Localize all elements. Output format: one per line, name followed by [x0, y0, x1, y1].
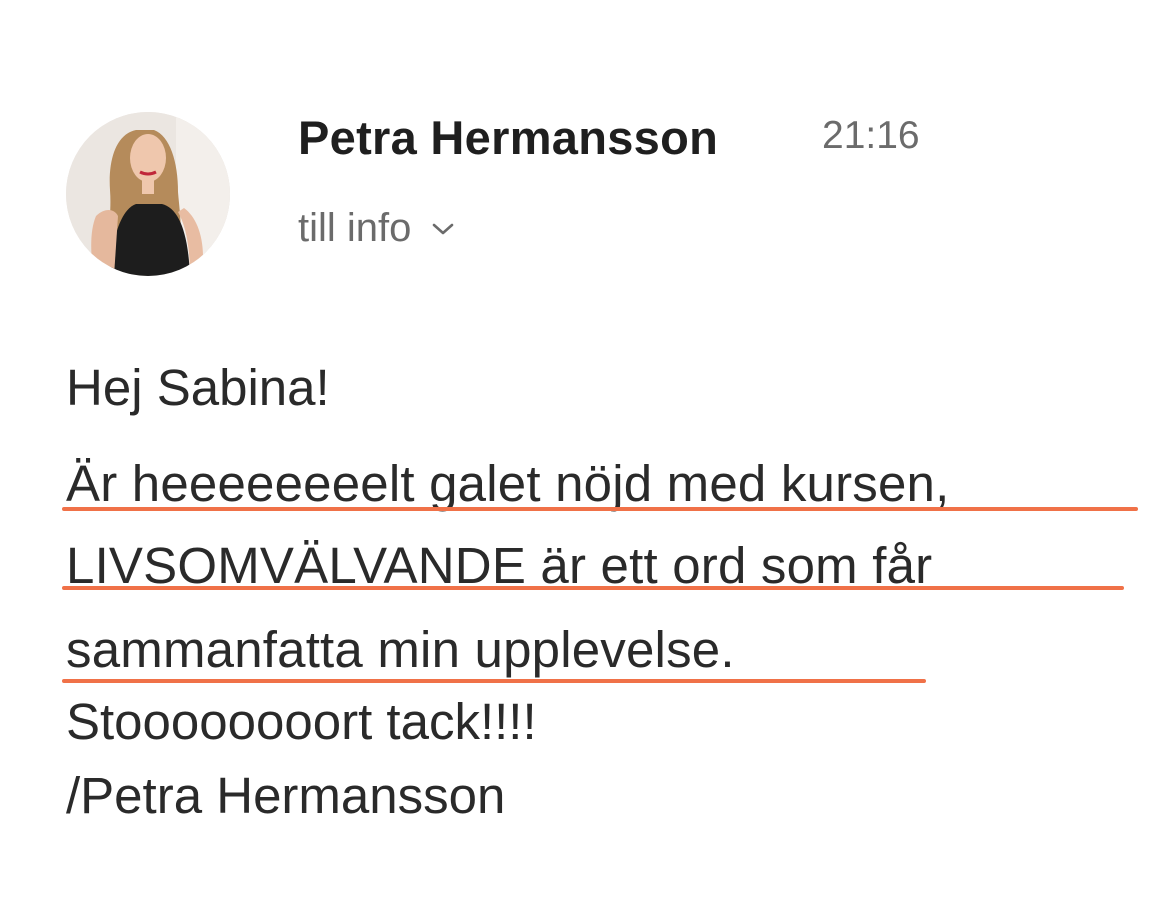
message-line: Är heeeeeeeelt galet nöjd med kursen,: [66, 455, 950, 512]
message-line: Stoooooooort tack!!!!: [66, 693, 537, 750]
message-line: LIVSOMVÄLVANDE är ett ord som får: [66, 537, 933, 594]
chevron-down-icon: [431, 221, 455, 242]
message-greeting: Hej Sabina!: [66, 359, 330, 416]
message-line: sammanfatta min upplevelse.: [66, 621, 735, 678]
avatar[interactable]: [66, 112, 230, 276]
highlight-underline: [62, 586, 1124, 590]
message-signature: /Petra Hermansson: [66, 767, 506, 824]
highlight-underline: [62, 507, 1138, 511]
sender-name: Petra Hermansson: [298, 111, 719, 164]
recipient-details-toggle[interactable]: till info: [298, 206, 455, 251]
message-timestamp: 21:16: [822, 114, 920, 157]
highlight-underline: [62, 679, 926, 683]
recipient-label: till info: [298, 206, 412, 250]
